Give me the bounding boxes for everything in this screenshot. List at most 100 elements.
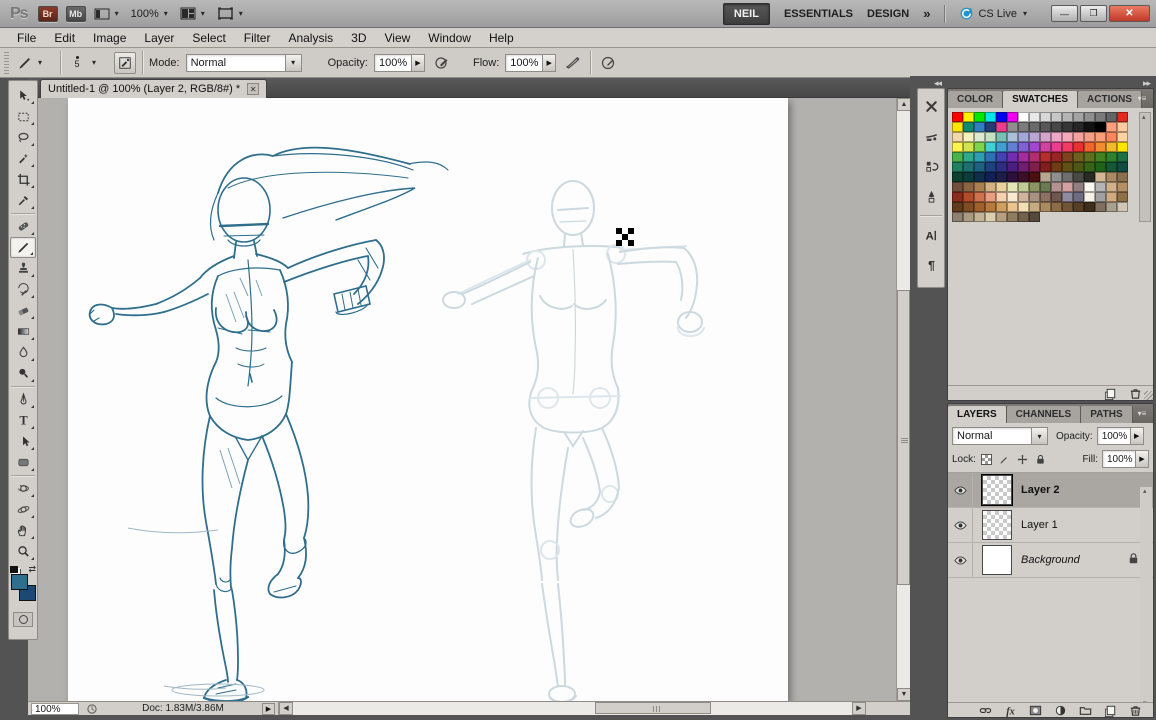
color-swatch[interactable] [996, 172, 1007, 182]
document-size-indicator[interactable]: Doc: 1.83M/3.86M [108, 702, 258, 715]
color-swatch[interactable] [1062, 122, 1073, 132]
color-swatch[interactable] [963, 122, 974, 132]
color-swatch[interactable] [1040, 202, 1051, 212]
color-swatch[interactable] [1062, 182, 1073, 192]
color-swatch[interactable] [1051, 112, 1062, 122]
color-swatch[interactable] [1084, 132, 1095, 142]
color-swatch[interactable] [974, 152, 985, 162]
workspace-essentials[interactable]: ESSENTIALS [784, 8, 853, 20]
document-close-icon[interactable]: ✕ [247, 83, 259, 95]
color-swatch[interactable] [1029, 172, 1040, 182]
menu-help[interactable]: Help [480, 31, 523, 45]
color-swatch[interactable] [1073, 132, 1084, 142]
color-swatch[interactable] [1007, 202, 1018, 212]
color-swatch[interactable] [1106, 202, 1117, 212]
3d-orbit-tool[interactable] [10, 499, 36, 520]
color-swatch[interactable] [1106, 162, 1117, 172]
horizontal-scrollbar[interactable]: ◀ ▶ [278, 702, 866, 715]
adjustment-layer-icon[interactable] [1053, 703, 1068, 718]
color-swatch[interactable] [1095, 132, 1106, 142]
color-swatch[interactable] [985, 182, 996, 192]
color-swatch[interactable] [1062, 172, 1073, 182]
color-swatch[interactable] [1018, 132, 1029, 142]
layer-visibility-eye-icon[interactable] [948, 543, 973, 578]
layer-opacity-input[interactable]: 100% [1097, 427, 1131, 445]
lock-transparency-icon[interactable] [980, 453, 993, 466]
color-swatch[interactable] [963, 212, 974, 222]
color-swatch[interactable] [1095, 122, 1106, 132]
color-swatch[interactable] [1062, 162, 1073, 172]
lasso-tool[interactable] [10, 127, 36, 148]
color-swatch[interactable] [952, 182, 963, 192]
color-swatch[interactable] [1073, 152, 1084, 162]
menu-view[interactable]: View [375, 31, 419, 45]
color-swatch[interactable] [1106, 152, 1117, 162]
color-swatch[interactable] [952, 152, 963, 162]
move-tool[interactable] [10, 85, 36, 106]
status-profile-icon[interactable] [86, 703, 98, 715]
menu-file[interactable]: File [8, 31, 45, 45]
opacity-slider-arrow[interactable]: ▶ [412, 54, 425, 72]
color-swatch[interactable] [1062, 152, 1073, 162]
color-swatch[interactable] [1084, 122, 1095, 132]
color-swatch[interactable] [952, 202, 963, 212]
color-swatch[interactable] [1007, 192, 1018, 202]
options-bar-grip[interactable] [4, 52, 9, 74]
panel-tab-layers[interactable]: LAYERS [948, 406, 1007, 423]
brushes-icon[interactable] [920, 125, 942, 147]
tool-preset-picker[interactable] [17, 55, 42, 71]
color-swatch[interactable] [1018, 212, 1029, 222]
scroll-left-icon[interactable]: ◀ [279, 702, 293, 715]
color-swatch[interactable] [952, 132, 963, 142]
color-swatch[interactable] [963, 132, 974, 142]
color-swatch[interactable] [1007, 142, 1018, 152]
blend-mode-arrow[interactable]: ▾ [286, 54, 302, 72]
color-swatch[interactable] [985, 192, 996, 202]
lock-pixels-icon[interactable] [998, 453, 1011, 466]
color-swatch[interactable] [1117, 172, 1128, 182]
color-swatch[interactable] [1106, 132, 1117, 142]
color-swatch[interactable] [952, 112, 963, 122]
color-swatch[interactable] [1084, 192, 1095, 202]
color-swatch[interactable] [1117, 132, 1128, 142]
workspace-neil[interactable]: NEIL [723, 3, 770, 25]
color-swatch[interactable] [963, 142, 974, 152]
color-swatch[interactable] [1095, 192, 1106, 202]
layer-visibility-eye-icon[interactable] [948, 473, 973, 508]
color-swatch[interactable] [1029, 112, 1040, 122]
layer-row-layer-1[interactable]: Layer 1 [948, 508, 1153, 543]
menu-analysis[interactable]: Analysis [279, 31, 342, 45]
color-swatch[interactable] [996, 202, 1007, 212]
layer-fill-arrow[interactable]: ▶ [1136, 450, 1149, 468]
color-swatch[interactable] [974, 162, 985, 172]
color-swatch[interactable] [1051, 162, 1062, 172]
color-swatch[interactable] [985, 202, 996, 212]
color-swatch[interactable] [1073, 122, 1084, 132]
color-swatch[interactable] [1051, 172, 1062, 182]
color-swatch[interactable] [1106, 182, 1117, 192]
color-swatch[interactable] [1062, 192, 1073, 202]
zoom-level-dropdown[interactable]: 100% [131, 8, 168, 20]
panel-tab-color[interactable]: COLOR [948, 91, 1003, 108]
color-swatch[interactable] [985, 122, 996, 132]
layer-blend-mode-arrow[interactable]: ▾ [1032, 427, 1048, 445]
color-swatch[interactable] [1084, 112, 1095, 122]
status-zoom-input[interactable]: 100% [31, 703, 79, 715]
color-swatch[interactable] [1062, 142, 1073, 152]
color-swatch[interactable] [1029, 142, 1040, 152]
color-swatch[interactable] [985, 112, 996, 122]
close-button[interactable]: ✕ [1109, 5, 1150, 22]
brush-preset-picker[interactable]: 5 [67, 56, 96, 69]
screen-mode-dropdown[interactable] [217, 7, 243, 20]
color-swatch[interactable] [1040, 142, 1051, 152]
flow-slider-arrow[interactable]: ▶ [543, 54, 556, 72]
layer-row-layer-2[interactable]: Layer 2 [948, 473, 1153, 508]
delete-layer-icon[interactable] [1128, 703, 1143, 718]
blend-mode-select[interactable]: Normal [186, 54, 286, 72]
quick-mask-button[interactable] [13, 612, 33, 627]
color-swatch[interactable] [1095, 142, 1106, 152]
clone-stamp-tool[interactable] [10, 258, 36, 279]
color-swatch[interactable] [985, 142, 996, 152]
color-swatch[interactable] [1018, 122, 1029, 132]
view-extras-dropdown[interactable] [94, 8, 119, 20]
